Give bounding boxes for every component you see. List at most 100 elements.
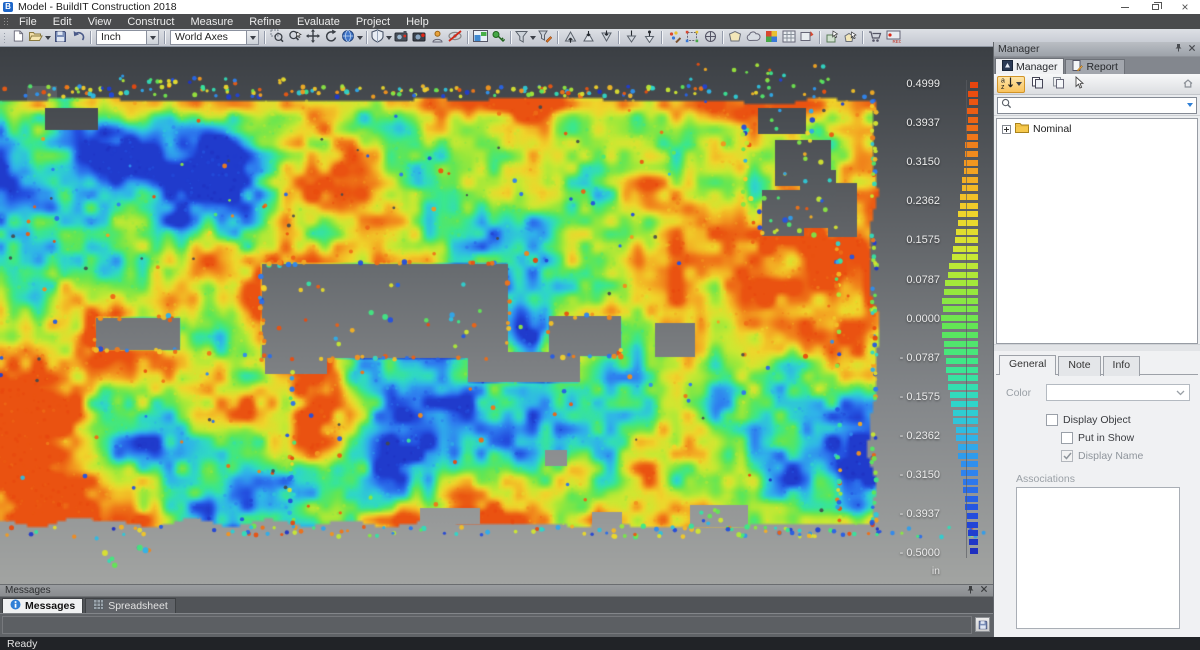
tab-spreadsheet[interactable]: Spreadsheet — [85, 598, 176, 613]
tab-manager[interactable]: Manager — [995, 58, 1064, 74]
polygon-labels-icon — [800, 30, 814, 46]
polygon-colors-button[interactable] — [763, 30, 780, 45]
close-icon[interactable] — [1188, 43, 1196, 55]
associations-list[interactable] — [1016, 487, 1180, 629]
unit-combo[interactable]: Inch — [96, 30, 159, 45]
close-icon[interactable] — [980, 585, 988, 596]
polygon-create-button[interactable] — [727, 30, 744, 45]
polygon-grid-icon — [782, 30, 796, 46]
pin-icon[interactable] — [1174, 43, 1183, 55]
filter-points-button[interactable] — [515, 30, 536, 45]
rotate-button[interactable] — [323, 30, 340, 45]
status-text: Ready — [7, 638, 37, 650]
chevron-down-icon[interactable] — [45, 36, 51, 40]
new-file-icon — [12, 29, 24, 46]
polygon-colors-icon — [765, 30, 778, 46]
color-label: Color — [1006, 387, 1038, 399]
cone-up-a-button[interactable] — [562, 30, 579, 45]
tab-note[interactable]: Note — [1058, 356, 1100, 376]
polygon-region-button[interactable] — [684, 30, 701, 45]
viewer-button[interactable] — [429, 30, 446, 45]
menu-construct[interactable]: Construct — [119, 16, 182, 28]
chevron-down-icon[interactable] — [386, 36, 392, 40]
plumb-a-button[interactable] — [623, 30, 640, 45]
hide-points-button[interactable] — [447, 30, 464, 45]
polygon-grid-button[interactable] — [781, 30, 798, 45]
messages-log[interactable] — [2, 616, 972, 634]
point-cloud-heatmap-canvas[interactable] — [0, 47, 993, 584]
rec-button[interactable]: REC — [885, 30, 902, 45]
open-file-button[interactable] — [28, 30, 51, 45]
menu-evaluate[interactable]: Evaluate — [289, 16, 348, 28]
plumb-b-button[interactable] — [641, 30, 658, 45]
clipping-shield-button[interactable] — [371, 30, 392, 45]
checkbox-display-name[interactable] — [1061, 450, 1073, 462]
new-file-button[interactable] — [10, 30, 27, 45]
pick-polygon-icon — [844, 30, 857, 46]
menu-view[interactable]: View — [80, 16, 120, 28]
record-camera-button[interactable] — [411, 30, 428, 45]
save-file-button[interactable] — [52, 30, 69, 45]
pin-icon[interactable] — [966, 585, 975, 597]
menu-file[interactable]: File — [11, 16, 45, 28]
lock-scan-button[interactable] — [490, 30, 507, 45]
image-overlay-button[interactable] — [472, 30, 489, 45]
duplicate-button[interactable] — [1049, 76, 1067, 93]
search-box[interactable] — [997, 97, 1197, 114]
menu-project[interactable]: Project — [348, 16, 398, 28]
pick-polygon-button[interactable] — [842, 30, 859, 45]
checkbox-put-in-show[interactable] — [1061, 432, 1073, 444]
sort-az-button[interactable]: az — [997, 76, 1025, 93]
menu-refine[interactable]: Refine — [241, 16, 289, 28]
tree-item-nominal[interactable]: Nominal — [997, 119, 1197, 136]
toolbar-separator — [661, 31, 662, 44]
chevron-down-icon[interactable] — [357, 36, 363, 40]
tab-report[interactable]: Report — [1065, 59, 1125, 74]
cone-down-button[interactable] — [598, 30, 615, 45]
image-overlay-icon — [473, 30, 488, 45]
toolbar-separator — [164, 31, 165, 44]
undo-button[interactable] — [70, 30, 87, 45]
chevron-down-icon[interactable] — [146, 30, 159, 45]
filter-edit-button[interactable] — [537, 30, 554, 45]
minimize-button[interactable] — [1110, 0, 1140, 14]
expand-icon[interactable] — [1002, 125, 1011, 134]
grid-icon — [93, 599, 104, 613]
cone-up-b-button[interactable] — [580, 30, 597, 45]
panel-splitter[interactable] — [994, 344, 1200, 351]
chevron-down-icon[interactable] — [530, 36, 536, 40]
viewport-3d: 0.49990.39370.31500.23620.15750.07870.00… — [0, 47, 993, 584]
save-log-button[interactable] — [975, 617, 990, 632]
paint-points-button[interactable] — [666, 30, 683, 45]
search-dropdown-icon[interactable] — [1187, 103, 1193, 107]
close-button[interactable]: × — [1170, 0, 1200, 14]
menu-edit[interactable]: Edit — [45, 16, 80, 28]
snapshot-camera-button[interactable] — [393, 30, 410, 45]
view-orientation-button[interactable] — [341, 30, 363, 45]
checkbox-display-object[interactable] — [1046, 414, 1058, 426]
restore-button[interactable] — [1140, 0, 1170, 14]
search-input[interactable] — [1015, 99, 1184, 112]
axes-combo[interactable]: World Axes — [170, 30, 259, 45]
polygon-labels-button[interactable] — [799, 30, 816, 45]
pan-button[interactable] — [305, 30, 322, 45]
tab-messages[interactable]: Messages — [2, 598, 83, 613]
zoom-window-button[interactable] — [269, 30, 286, 45]
menu-measure[interactable]: Measure — [182, 16, 241, 28]
zoom-select-button[interactable] — [287, 30, 304, 45]
home-button[interactable] — [1179, 76, 1197, 93]
level-button[interactable] — [702, 30, 719, 45]
pick-surface-button[interactable] — [824, 30, 841, 45]
cloud-merge-button[interactable] — [745, 30, 762, 45]
tab-info[interactable]: Info — [1103, 356, 1141, 376]
menu-help[interactable]: Help — [398, 16, 437, 28]
select-arrow-button[interactable] — [1070, 76, 1088, 93]
cart-button[interactable] — [867, 30, 884, 45]
menubar: FileEditViewConstructMeasureRefineEvalua… — [0, 14, 1200, 29]
tab-general[interactable]: General — [999, 355, 1056, 375]
color-dropdown[interactable] — [1046, 384, 1190, 401]
copy-button[interactable] — [1028, 76, 1046, 93]
manager-tab-icon — [1002, 60, 1013, 74]
manager-panel-titlebar: Manager — [994, 42, 1200, 57]
chevron-down-icon[interactable] — [246, 30, 259, 45]
